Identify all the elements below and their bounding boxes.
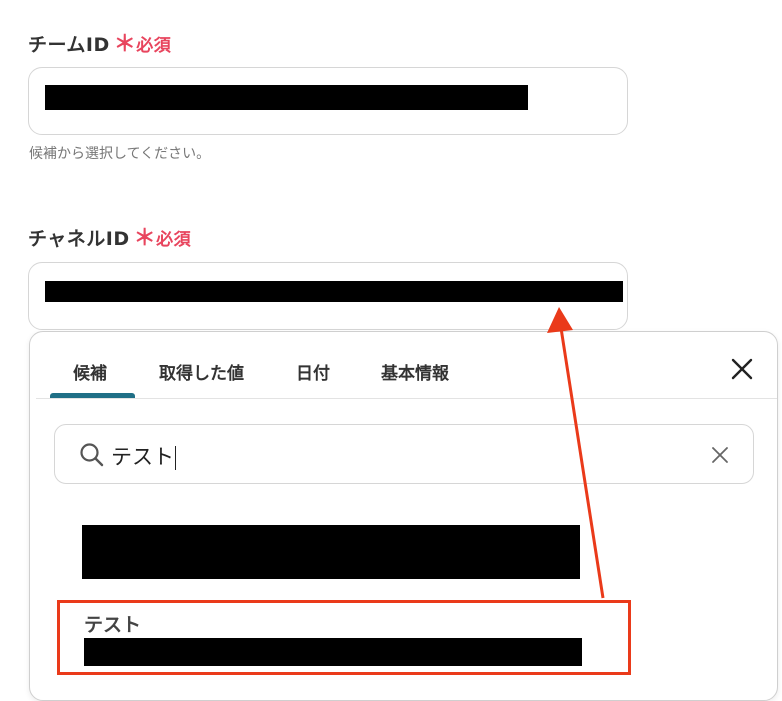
- annotation-arrow: [547, 307, 605, 599]
